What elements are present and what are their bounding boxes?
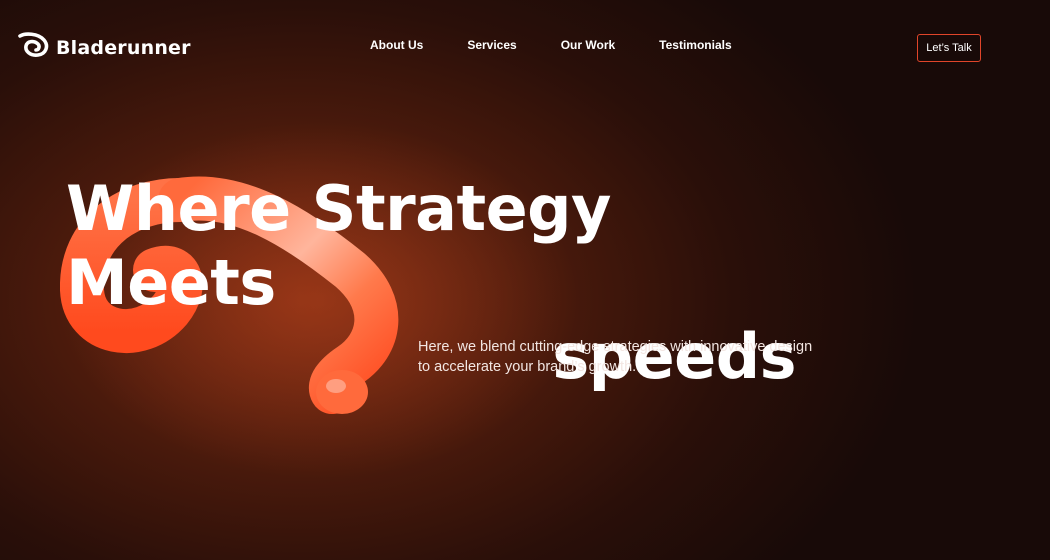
site-header: Bladerunner About Us Services Our Work T… xyxy=(0,0,1050,92)
nav-about-us[interactable]: About Us xyxy=(370,38,423,52)
main-nav: About Us Services Our Work Testimonials xyxy=(370,38,776,52)
nav-testimonials[interactable]: Testimonials xyxy=(659,38,731,52)
brand-logo[interactable]: Bladerunner xyxy=(16,32,191,63)
hero-headline-line1: Where Strategy Meets xyxy=(66,172,611,319)
hero-subtitle: Here, we blend cutting-edge strategies w… xyxy=(418,339,813,375)
lets-talk-button[interactable]: Let’s Talk xyxy=(917,34,981,62)
brand-name: Bladerunner xyxy=(56,36,191,59)
bladerunner-logo-icon xyxy=(16,32,50,63)
nav-our-work[interactable]: Our Work xyxy=(561,38,615,52)
nav-services[interactable]: Services xyxy=(467,38,516,52)
